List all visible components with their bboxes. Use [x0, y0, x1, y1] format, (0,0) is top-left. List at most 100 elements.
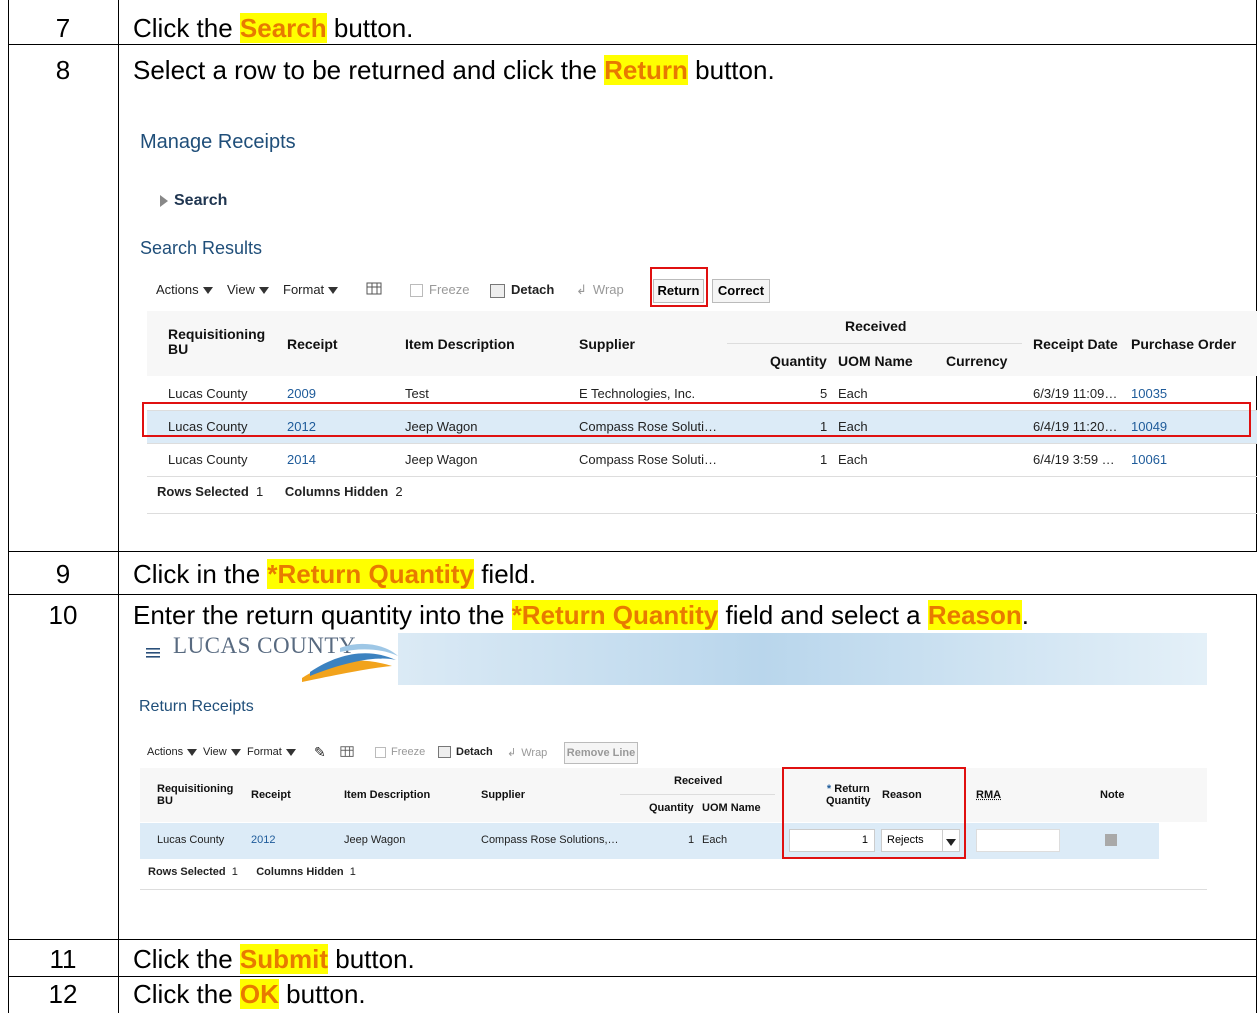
cell-item: Jeep Wagon — [405, 452, 478, 467]
chevron-down-icon — [328, 287, 339, 295]
column-header-item-description[interactable]: Item Description — [344, 789, 430, 801]
column-header-purchase-order[interactable]: Purchase Order — [1131, 336, 1236, 352]
receipt-link[interactable]: 2009 — [287, 386, 316, 401]
cell-supplier: Compass Rose Solutions,… — [481, 834, 619, 846]
column-group-received: Received — [674, 775, 723, 787]
logo-swoosh-icon — [300, 638, 400, 686]
header-banner — [398, 633, 1207, 685]
cell-quantity: 1 — [820, 452, 828, 467]
page-title: Return Receipts — [139, 698, 254, 715]
column-header-note[interactable]: Note — [1100, 789, 1124, 801]
search-results-title: Search Results — [140, 238, 263, 258]
cell-bu: Lucas County — [157, 834, 225, 846]
highlight-return-quantity: *Return Quantity — [267, 559, 474, 589]
cell-supplier: E Technologies, Inc. — [579, 386, 696, 401]
cell-uom: Each — [838, 452, 868, 467]
cell-supplier: Compass Rose Soluti… — [579, 452, 717, 467]
cell-uom: Each — [838, 386, 868, 401]
cell-quantity: 5 — [820, 386, 828, 401]
detach-button[interactable]: Detach — [438, 746, 493, 759]
column-header-req-bu[interactable]: Requisitioning BU — [168, 327, 265, 357]
wrap-button[interactable]: ↲ Wrap — [507, 746, 547, 759]
column-header-receipt[interactable]: Receipt — [287, 336, 338, 352]
actions-menu[interactable]: Actions — [156, 282, 213, 297]
selected-row-highlight — [142, 402, 1251, 437]
step-number: 11 — [49, 944, 77, 974]
columns-icon[interactable] — [366, 281, 382, 297]
column-header-quantity[interactable]: Quantity — [649, 802, 694, 814]
chevron-down-icon — [230, 748, 241, 756]
footer-divider — [140, 889, 1207, 890]
format-menu[interactable]: Format — [247, 746, 296, 758]
cell-receipt-date: 6/3/19 11:09… — [1033, 386, 1118, 401]
cell-item: Jeep Wagon — [344, 834, 406, 846]
page-title: Manage Receipts — [140, 131, 296, 153]
note-icon[interactable] — [1105, 834, 1117, 846]
detach-button[interactable]: Detach — [490, 282, 554, 298]
return-button-highlight — [650, 267, 708, 307]
cell-item: Test — [405, 386, 429, 401]
cell-receipt-date: 6/4/19 3:59 … — [1033, 452, 1115, 467]
column-header-req-bu[interactable]: Requisitioning BU — [157, 783, 233, 807]
format-menu[interactable]: Format — [283, 282, 339, 297]
header-group-divider — [620, 794, 775, 795]
header-group-divider — [727, 343, 1022, 344]
cell-bu: Lucas County — [168, 386, 248, 401]
column-header-uom-name[interactable]: UOM Name — [838, 353, 913, 369]
wrap-icon: ↲ — [576, 282, 587, 297]
step-instruction: Click the Submit button. — [133, 944, 415, 974]
return-receipts-screenshot: LUCAS COUNTY Return Receipts Actions Vie… — [0, 594, 1257, 939]
chevron-down-icon — [258, 287, 269, 295]
freeze-button[interactable]: Freeze — [375, 746, 425, 758]
column-group-received: Received — [845, 318, 907, 334]
column-header-uom-name[interactable]: UOM Name — [702, 802, 761, 814]
pencil-icon[interactable]: ✎ — [314, 744, 326, 761]
remove-line-button[interactable]: Remove Line — [564, 742, 638, 764]
hamburger-menu-icon[interactable] — [146, 646, 162, 660]
column-header-receipt[interactable]: Receipt — [251, 789, 291, 801]
wrap-icon: ↲ — [507, 747, 517, 759]
columns-icon[interactable] — [340, 745, 354, 759]
freeze-icon — [410, 284, 423, 298]
return-quantity-reason-highlight — [782, 767, 966, 859]
purchase-order-link[interactable]: 10035 — [1131, 386, 1167, 401]
actions-menu[interactable]: Actions — [147, 746, 198, 758]
highlight-ok: OK — [239, 979, 279, 1009]
step-number: 9 — [55, 559, 71, 589]
correct-button[interactable]: Correct — [712, 279, 770, 303]
column-header-supplier[interactable]: Supplier — [481, 789, 525, 801]
detach-icon — [438, 746, 451, 759]
step-number: 12 — [48, 979, 78, 1009]
cell-bu: Lucas County — [168, 452, 248, 467]
table-footer: Rows Selected 1 Columns Hidden 2 — [157, 484, 403, 499]
highlight-submit: Submit — [239, 944, 329, 974]
receipt-link[interactable]: 2014 — [287, 452, 316, 467]
cell-quantity: 1 — [688, 834, 695, 846]
wrap-button[interactable]: ↲ Wrap — [576, 282, 624, 298]
view-menu[interactable]: View — [227, 282, 269, 297]
column-header-item-description[interactable]: Item Description — [405, 336, 515, 352]
freeze-icon — [375, 746, 386, 758]
view-menu[interactable]: View — [203, 746, 241, 758]
search-label: Search — [174, 192, 228, 209]
purchase-order-link[interactable]: 10061 — [1131, 452, 1167, 467]
manage-receipts-screenshot: Manage Receipts Search Search Results Ac… — [0, 0, 1257, 551]
freeze-button[interactable]: Freeze — [410, 282, 469, 298]
column-header-supplier[interactable]: Supplier — [579, 336, 635, 352]
step-instruction: Click the OK button. — [133, 979, 366, 1009]
chevron-down-icon — [202, 287, 213, 295]
row-divider — [147, 476, 1257, 477]
row-divider — [147, 443, 1257, 444]
step-instruction: Click in the *Return Quantity field. — [133, 559, 537, 589]
chevron-down-icon — [187, 748, 198, 756]
detach-icon — [490, 283, 505, 298]
column-header-quantity[interactable]: Quantity — [770, 353, 827, 369]
footer-divider — [147, 513, 1257, 514]
receipt-link[interactable]: 2012 — [251, 834, 275, 846]
column-header-rma[interactable]: RMA — [976, 789, 1001, 801]
search-disclosure[interactable]: Search — [160, 192, 227, 210]
column-header-receipt-date[interactable]: Receipt Date — [1033, 336, 1118, 352]
expand-arrow-icon — [160, 194, 168, 207]
rma-input[interactable] — [976, 829, 1060, 852]
column-header-currency[interactable]: Currency — [946, 353, 1007, 369]
